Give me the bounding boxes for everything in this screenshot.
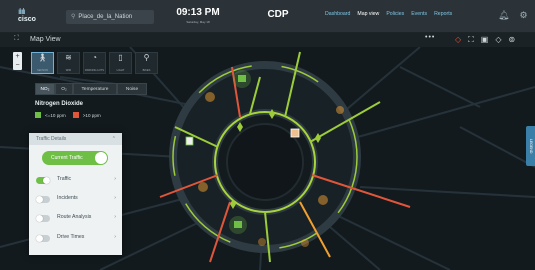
mode-wifi[interactable]: ≋ WIFI: [57, 52, 80, 74]
legend: <=10 ppm >10 ppm: [35, 112, 101, 118]
tab-temperature[interactable]: Temperature: [73, 83, 117, 95]
tab-o2[interactable]: O₂: [55, 83, 73, 95]
light-marker[interactable]: [258, 238, 266, 246]
location-field[interactable]: ⚲ Place_de_la_Nation: [66, 10, 154, 24]
panel-row-traffic[interactable]: Traffic ›: [36, 175, 116, 187]
wifi-icon: ≋: [65, 53, 72, 62]
route-analysis-toggle[interactable]: [36, 215, 50, 222]
mode-bikes[interactable]: ⚲ BIKES: [135, 52, 158, 74]
mode-parking[interactable]: ◔ PARKING LOTS: [83, 52, 106, 74]
panel-row-incidents[interactable]: Incidents ›: [36, 194, 116, 206]
nav-map-view[interactable]: Map view: [357, 11, 379, 17]
legend-side-tab[interactable]: LEGEND: [526, 126, 535, 166]
pedestrian-icon: 🚶︎: [37, 53, 48, 62]
top-icons: 🔔︎ ⚙: [498, 10, 528, 21]
light-marker[interactable]: [318, 195, 328, 205]
nav-dashboard[interactable]: Dashboard: [325, 11, 350, 17]
panel-row-drive-times[interactable]: Drive Times ›: [36, 233, 116, 245]
tab-no2[interactable]: NO₂: [35, 83, 55, 95]
tab-noise[interactable]: Noise: [117, 83, 147, 95]
map-toolbar: ◇ ⛶ ▣ ◇ ⊚: [455, 35, 515, 45]
more-options-icon[interactable]: •••: [425, 34, 435, 41]
legend-low-label: <=10 ppm: [45, 112, 66, 118]
zoom-in-button[interactable]: +: [13, 52, 22, 61]
drive-times-toggle[interactable]: [36, 235, 50, 242]
nav-policies[interactable]: Policies: [386, 11, 404, 17]
parking-marker[interactable]: [290, 128, 300, 138]
bike-icon: ⚲: [143, 53, 150, 62]
row-label: Drive Times: [57, 234, 85, 240]
timer-icon: ◔: [92, 53, 97, 62]
parking-marker[interactable]: [185, 136, 194, 146]
location-label: Place_de_la_Nation: [78, 14, 133, 20]
mode-label: LIGHT: [116, 69, 125, 72]
traffic-toggle[interactable]: [36, 177, 50, 184]
clock-time: 09:13 PM: [176, 7, 220, 18]
traffic-details-panel: Traffic Details ⌃ Current Traffic Traffi…: [29, 133, 122, 255]
light-marker[interactable]: [198, 182, 208, 192]
light-marker[interactable]: [336, 106, 344, 114]
mode-selector: 🚶︎ SENSOR ≋ WIFI ◔ PARKING LOTS ▯ LIGHT ⚲ BIK…: [31, 52, 158, 74]
mode-sensor[interactable]: 🚶︎ SENSOR: [31, 52, 54, 74]
legend-high-label: >10 ppm: [82, 112, 101, 118]
panel-header[interactable]: Traffic Details ⌃: [29, 133, 122, 145]
chevron-right-icon: ›: [114, 234, 116, 240]
legend-title: Nitrogen Dioxide: [35, 101, 84, 107]
location-pin-icon: ⚲: [71, 14, 76, 20]
mode-label: PARKING LOTS: [85, 69, 104, 72]
zoom-out-button[interactable]: −: [13, 61, 22, 70]
panel-title: Traffic Details: [36, 136, 67, 142]
map-view-icon: ⛶: [14, 35, 19, 42]
light-marker[interactable]: [301, 239, 309, 247]
chevron-right-icon: ›: [114, 176, 116, 182]
top-bar: ılıılı cisco ⚲ Place_de_la_Nation 09:13 P…: [0, 0, 535, 33]
chevron-right-icon: ›: [114, 214, 116, 220]
cisco-logo: ılıılı cisco: [18, 8, 46, 24]
logo-text: cisco: [18, 16, 36, 23]
nav-reports[interactable]: Reports: [434, 11, 452, 17]
row-label: Route Analysis: [57, 214, 92, 220]
current-traffic-label: Current Traffic: [51, 155, 83, 161]
settings-gear-icon[interactable]: ⚙: [519, 10, 527, 21]
zoom-control: + −: [13, 52, 22, 70]
current-traffic-toggle[interactable]: Current Traffic: [42, 151, 108, 165]
mode-label: WIFI: [65, 69, 72, 72]
legend-swatch-low: [35, 112, 41, 118]
main-nav: Dashboard Map view Policies Events Repor…: [325, 11, 452, 17]
nav-events[interactable]: Events: [411, 11, 427, 17]
incidents-toggle[interactable]: [36, 196, 50, 203]
row-label: Incidents: [57, 195, 78, 201]
fullscreen-icon[interactable]: ⛶: [468, 35, 474, 45]
sensor-marker-green[interactable]: [234, 221, 242, 228]
logo-bars: ılıılı: [18, 7, 25, 16]
light-marker[interactable]: [205, 92, 215, 102]
toggle-knob: [95, 152, 107, 164]
mode-label: SENSOR: [37, 69, 48, 72]
panel-row-route-analysis[interactable]: Route Analysis ›: [36, 213, 116, 225]
sensor-marker-green[interactable]: [238, 75, 246, 82]
row-label: Traffic: [57, 176, 72, 182]
chevron-right-icon: ›: [114, 195, 116, 201]
layer-tabs: NO₂ O₂ Temperature Noise: [35, 83, 147, 95]
layers-icon[interactable]: ▣: [481, 35, 489, 45]
help-icon[interactable]: ⊚: [508, 35, 515, 45]
diamond-icon[interactable]: ◇: [495, 35, 501, 45]
mode-light[interactable]: ▯ LIGHT: [109, 52, 132, 74]
notification-bell-icon[interactable]: 🔔︎: [498, 10, 509, 21]
chevron-up-icon[interactable]: ⌃: [112, 133, 116, 145]
mode-label: BIKES: [142, 69, 151, 72]
page-title: Map View: [30, 36, 61, 43]
legend-swatch-high: [72, 112, 79, 118]
lamp-icon: ▯: [118, 53, 123, 62]
clock-date: Saturday, May 18: [186, 20, 210, 24]
app-title: CDP: [267, 9, 289, 20]
alert-icon[interactable]: ◇: [455, 35, 461, 45]
